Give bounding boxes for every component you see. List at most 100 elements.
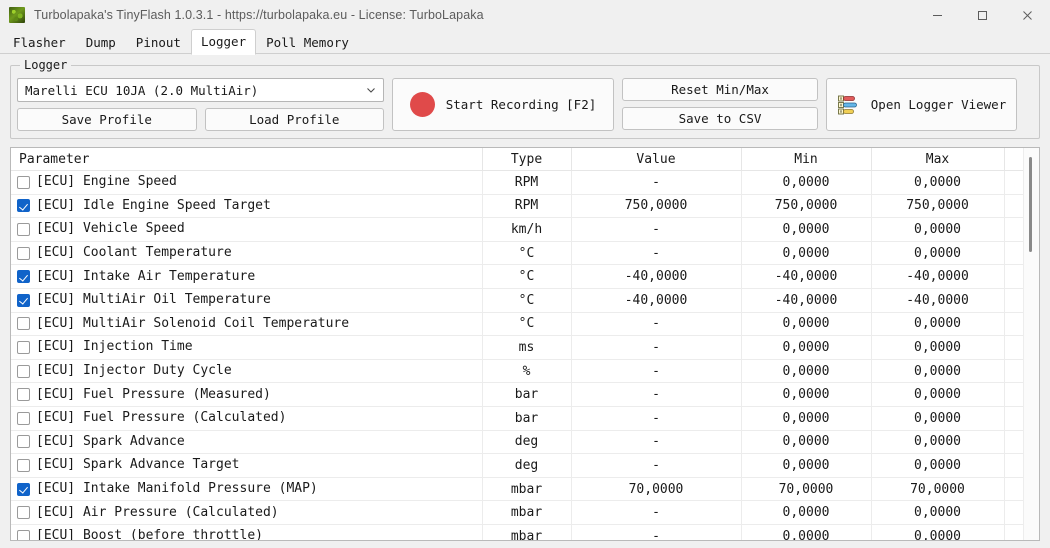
column-header-max[interactable]: Max	[871, 148, 1004, 171]
save-to-csv-button[interactable]: Save to CSV	[622, 107, 818, 130]
parameter-checkbox[interactable]	[17, 199, 30, 212]
cell-pad	[1004, 218, 1023, 242]
profile-column: Marelli ECU 10JA (2.0 MultiAir) Save Pro…	[17, 78, 384, 131]
parameter-label: [ECU] Boost (before throttle)	[36, 529, 263, 540]
parameter-table-body: [ECU] Engine SpeedRPM-0,00000,0000[ECU] …	[11, 171, 1023, 541]
table-vertical-scrollbar[interactable]	[1023, 148, 1039, 540]
table-row[interactable]: [ECU] Intake Manifold Pressure (MAP)mbar…	[11, 477, 1023, 501]
table-row[interactable]: [ECU] Fuel Pressure (Measured)bar-0,0000…	[11, 383, 1023, 407]
table-row[interactable]: [ECU] MultiAir Solenoid Coil Temperature…	[11, 312, 1023, 336]
parameter-checkbox[interactable]	[17, 341, 30, 354]
cell-value: -	[571, 218, 741, 242]
chevron-down-icon	[365, 81, 377, 100]
cell-parameter: [ECU] Injector Duty Cycle	[11, 359, 482, 383]
window-controls	[915, 0, 1050, 30]
cell-max: 0,0000	[871, 406, 1004, 430]
cell-parameter: [ECU] MultiAir Solenoid Coil Temperature	[11, 312, 482, 336]
cell-max: 0,0000	[871, 336, 1004, 360]
parameter-checkbox[interactable]	[17, 459, 30, 472]
cell-value: 750,0000	[571, 194, 741, 218]
tab-logger[interactable]: Logger	[191, 29, 256, 55]
scrollbar-thumb[interactable]	[1029, 157, 1032, 252]
parameter-checkbox[interactable]	[17, 270, 30, 283]
tab-pinout[interactable]: Pinout	[126, 31, 191, 54]
cell-type: °C	[482, 241, 571, 265]
cell-max: 0,0000	[871, 218, 1004, 242]
parameter-checkbox[interactable]	[17, 176, 30, 189]
ecu-select[interactable]: Marelli ECU 10JA (2.0 MultiAir)	[17, 78, 384, 102]
cell-parameter: [ECU] Spark Advance	[11, 430, 482, 454]
cell-value: 70,0000	[571, 477, 741, 501]
parameter-checkbox[interactable]	[17, 412, 30, 425]
cell-value: -	[571, 359, 741, 383]
parameter-checkbox[interactable]	[17, 317, 30, 330]
table-row[interactable]: [ECU] Spark Advancedeg-0,00000,0000	[11, 430, 1023, 454]
cell-type: °C	[482, 265, 571, 289]
parameter-checkbox[interactable]	[17, 530, 30, 540]
parameter-checkbox[interactable]	[17, 223, 30, 236]
column-header-value[interactable]: Value	[571, 148, 741, 171]
cell-type: deg	[482, 454, 571, 478]
column-header-min[interactable]: Min	[741, 148, 871, 171]
cell-pad	[1004, 406, 1023, 430]
tab-dump[interactable]: Dump	[76, 31, 126, 54]
cell-parameter: [ECU] Injection Time	[11, 336, 482, 360]
table-row[interactable]: [ECU] Intake Air Temperature°C-40,0000-4…	[11, 265, 1023, 289]
tab-flasher[interactable]: Flasher	[3, 31, 76, 54]
cell-min: -40,0000	[741, 288, 871, 312]
open-logger-viewer-button[interactable]: Open Logger Viewer	[826, 78, 1017, 131]
reset-min-max-button[interactable]: Reset Min/Max	[622, 78, 818, 101]
load-profile-button[interactable]: Load Profile	[205, 108, 385, 131]
maximize-button[interactable]	[960, 0, 1005, 30]
table-row[interactable]: [ECU] Vehicle Speedkm/h-0,00000,0000	[11, 218, 1023, 242]
parameter-checkbox[interactable]	[17, 388, 30, 401]
cell-value: -	[571, 430, 741, 454]
table-row[interactable]: [ECU] Fuel Pressure (Calculated)bar-0,00…	[11, 406, 1023, 430]
parameter-label: [ECU] Fuel Pressure (Calculated)	[36, 411, 286, 425]
column-header-parameter[interactable]: Parameter	[11, 148, 482, 171]
column-header-type[interactable]: Type	[482, 148, 571, 171]
cell-min: 70,0000	[741, 477, 871, 501]
cell-parameter: [ECU] MultiAir Oil Temperature	[11, 288, 482, 312]
table-row[interactable]: [ECU] Engine SpeedRPM-0,00000,0000	[11, 171, 1023, 195]
cell-pad	[1004, 524, 1023, 540]
parameter-table: Parameter Type Value Min Max [ECU] Engin…	[10, 147, 1040, 541]
cell-value: -40,0000	[571, 288, 741, 312]
parameter-checkbox[interactable]	[17, 247, 30, 260]
parameter-checkbox[interactable]	[17, 365, 30, 378]
table-row[interactable]: [ECU] MultiAir Oil Temperature°C-40,0000…	[11, 288, 1023, 312]
cell-pad	[1004, 477, 1023, 501]
table-row[interactable]: [ECU] Injection Timems-0,00000,0000	[11, 336, 1023, 360]
app-window: Turbolapaka's TinyFlash 1.0.3.1 - https:…	[0, 0, 1050, 548]
table-row[interactable]: [ECU] Boost (before throttle)mbar-0,0000…	[11, 524, 1023, 540]
cell-value: -	[571, 524, 741, 540]
cell-type: °C	[482, 312, 571, 336]
parameter-label: [ECU] Injector Duty Cycle	[36, 364, 232, 378]
cell-min: 0,0000	[741, 359, 871, 383]
table-row[interactable]: [ECU] Air Pressure (Calculated)mbar-0,00…	[11, 501, 1023, 525]
cell-type: °C	[482, 288, 571, 312]
parameter-label: [ECU] MultiAir Oil Temperature	[36, 293, 271, 307]
cell-value: -	[571, 406, 741, 430]
minimize-button[interactable]	[915, 0, 960, 30]
start-recording-button[interactable]: Start Recording [F2]	[392, 78, 614, 131]
table-row[interactable]: [ECU] Coolant Temperature°C-0,00000,0000	[11, 241, 1023, 265]
parameter-checkbox[interactable]	[17, 506, 30, 519]
cell-parameter: [ECU] Boost (before throttle)	[11, 524, 482, 540]
cell-pad	[1004, 501, 1023, 525]
cell-parameter: [ECU] Intake Manifold Pressure (MAP)	[11, 477, 482, 501]
cell-max: 0,0000	[871, 312, 1004, 336]
cell-type: mbar	[482, 524, 571, 540]
cell-parameter: [ECU] Fuel Pressure (Calculated)	[11, 406, 482, 430]
table-row[interactable]: [ECU] Injector Duty Cycle%-0,00000,0000	[11, 359, 1023, 383]
logger-group-legend: Logger	[20, 58, 71, 72]
close-button[interactable]	[1005, 0, 1050, 30]
save-profile-button[interactable]: Save Profile	[17, 108, 197, 131]
minmax-column: Reset Min/Max Save to CSV	[622, 78, 818, 131]
parameter-checkbox[interactable]	[17, 483, 30, 496]
table-row[interactable]: [ECU] Spark Advance Targetdeg-0,00000,00…	[11, 454, 1023, 478]
tab-poll-memory[interactable]: Poll Memory	[256, 31, 359, 54]
table-row[interactable]: [ECU] Idle Engine Speed TargetRPM750,000…	[11, 194, 1023, 218]
parameter-checkbox[interactable]	[17, 294, 30, 307]
parameter-checkbox[interactable]	[17, 435, 30, 448]
